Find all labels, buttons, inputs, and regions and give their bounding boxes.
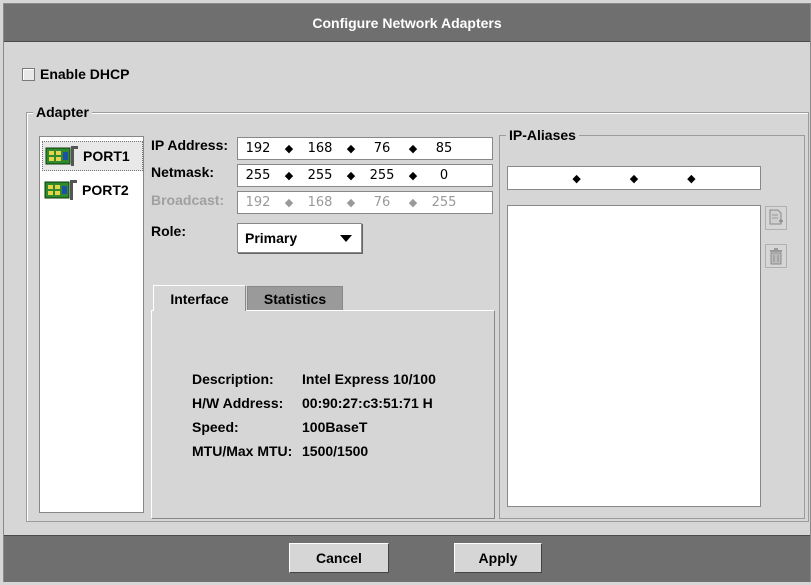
tab-statistics[interactable]: Statistics — [247, 286, 343, 310]
interface-tab-panel: Description: Intel Express 10/100 H/W Ad… — [151, 310, 495, 519]
ip-aliases-group: IP-Aliases ◆ ◆ ◆ — [499, 127, 805, 519]
trash-icon — [770, 247, 782, 264]
octet-separator: ◆ — [687, 172, 696, 185]
speed-key: Speed: — [192, 419, 239, 435]
netmask-label: Netmask: — [151, 164, 215, 180]
broadcast-octet-1: 192 — [245, 195, 271, 210]
port-item-port2[interactable]: PORT2 — [42, 175, 143, 205]
ip-address-field[interactable]: 192 ◆ 168 ◆ 76 ◆ 85 — [237, 137, 493, 160]
adapter-group: Adapter PORT1 PORT2 IP Address: 192 ◆ 16… — [26, 104, 809, 522]
octet-separator: ◆ — [572, 172, 581, 185]
netmask-octet-1[interactable]: 255 — [238, 168, 278, 183]
checkbox-box[interactable] — [22, 67, 35, 81]
netmask-octet-3[interactable]: 255 — [362, 168, 402, 183]
network-card-icon — [45, 146, 78, 166]
role-label: Role: — [151, 223, 186, 239]
role-value: Primary — [245, 230, 298, 246]
description-value: Intel Express 10/100 — [302, 371, 436, 387]
hw-address-key: H/W Address: — [192, 395, 284, 411]
apply-button[interactable]: Apply — [454, 543, 542, 573]
delete-alias-button[interactable] — [765, 244, 787, 268]
cancel-button[interactable]: Cancel — [289, 543, 389, 573]
octet-separator: ◆ — [629, 172, 639, 185]
configure-network-adapters-dialog: Configure Network Adapters Enable DHCP A… — [3, 3, 811, 582]
add-alias-button[interactable] — [765, 206, 787, 230]
port-list[interactable]: PORT1 PORT2 — [39, 136, 144, 513]
adapter-group-title: Adapter — [33, 104, 92, 120]
netmask-octet-2[interactable]: 255 — [300, 168, 340, 183]
octet-separator: ◆ — [346, 169, 356, 182]
tab-interface[interactable]: Interface — [153, 285, 246, 311]
broadcast-field: 192 ◆ 168 ◆ 76 ◆ 255 — [237, 191, 493, 214]
mtu-row: MTU/Max MTU: 1500/1500 — [192, 443, 368, 459]
octet-separator: ◆ — [284, 142, 294, 155]
hw-address-row: H/W Address: 00:90:27:c3:51:71 H — [192, 395, 433, 411]
port-label: PORT1 — [83, 148, 130, 164]
add-document-icon — [769, 209, 783, 225]
speed-value: 100BaseT — [302, 419, 368, 435]
ip-octet-4[interactable]: 85 — [424, 141, 464, 156]
netmask-octet-4[interactable]: 0 — [424, 168, 464, 183]
octet-separator: ◆ — [408, 169, 418, 182]
mtu-key: MTU/Max MTU: — [192, 443, 293, 459]
mtu-value: 1500/1500 — [302, 443, 369, 459]
dialog-title: Configure Network Adapters — [4, 4, 810, 42]
broadcast-octet-3: 76 — [373, 195, 391, 210]
netmask-field[interactable]: 255 ◆ 255 ◆ 255 ◆ 0 — [237, 164, 493, 187]
description-key: Description: — [192, 371, 274, 387]
octet-separator: ◆ — [346, 196, 356, 209]
octet-separator: ◆ — [408, 142, 418, 155]
button-bar: Cancel Apply — [4, 535, 810, 582]
ip-aliases-title: IP-Aliases — [506, 127, 579, 143]
chevron-down-icon — [340, 234, 352, 242]
description-row: Description: Intel Express 10/100 — [192, 371, 436, 387]
network-card-icon — [44, 180, 77, 200]
broadcast-octet-4: 255 — [431, 195, 457, 210]
ip-octet-3[interactable]: 76 — [362, 141, 402, 156]
broadcast-octet-2: 168 — [307, 195, 333, 210]
role-dropdown[interactable]: Primary — [237, 223, 362, 253]
alias-ip-input[interactable]: ◆ ◆ ◆ — [507, 166, 761, 190]
ip-octet-1[interactable]: 192 — [238, 141, 278, 156]
octet-separator: ◆ — [408, 196, 418, 209]
enable-dhcp-checkbox[interactable]: Enable DHCP — [22, 66, 129, 82]
octet-separator: ◆ — [346, 142, 356, 155]
speed-row: Speed: 100BaseT — [192, 419, 367, 435]
octet-separator: ◆ — [284, 169, 294, 182]
port-label: PORT2 — [82, 182, 129, 198]
octet-separator: ◆ — [284, 196, 294, 209]
alias-list[interactable] — [507, 205, 761, 507]
hw-address-value: 00:90:27:c3:51:71 H — [302, 395, 433, 411]
ip-address-label: IP Address: — [151, 137, 229, 153]
port-item-port1[interactable]: PORT1 — [42, 141, 143, 171]
ip-octet-2[interactable]: 168 — [300, 141, 340, 156]
broadcast-label: Broadcast: — [151, 192, 225, 208]
enable-dhcp-label: Enable DHCP — [40, 66, 130, 82]
